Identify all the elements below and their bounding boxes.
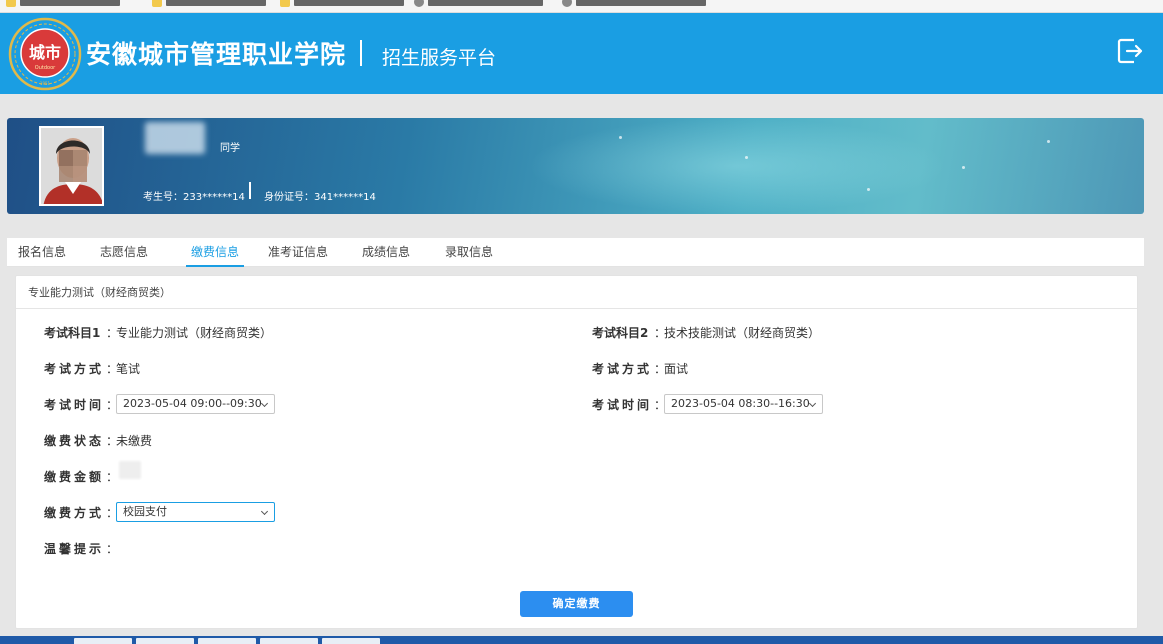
globe-icon <box>414 0 424 7</box>
banner-sparkle <box>962 166 965 169</box>
pay-status-value: 未缴费 <box>116 434 153 448</box>
banner-glow <box>527 118 947 214</box>
taskbar-item[interactable] <box>74 638 132 644</box>
confirm-payment-button[interactable]: 确定缴费 <box>520 591 633 617</box>
exam-time2-select[interactable]: 2023-05-04 08:30--16:30 <box>664 394 823 414</box>
time1-label: 考试时间 <box>44 398 105 412</box>
tab-preference[interactable]: 志愿信息 <box>95 238 153 267</box>
banner-sparkle <box>1047 140 1050 143</box>
id-number: 身份证号：341******14 <box>264 192 376 203</box>
school-logo: 城市 Outdoor 1951 <box>8 17 82 91</box>
bookmark-item[interactable] <box>6 0 120 10</box>
chevron-down-icon <box>260 507 269 516</box>
exam-number: 考生号：233******14 <box>143 192 245 203</box>
subject1-value: 专业能力测试（财经商贸类） <box>116 326 273 340</box>
time2-label: 考试时间 <box>592 398 653 412</box>
exit-icon[interactable] <box>1114 35 1146 67</box>
pay-method-label: 缴费方式 <box>44 506 105 520</box>
pay-amount-redacted <box>119 461 141 479</box>
subject1-label: 考试科目1 <box>44 326 101 340</box>
folder-icon <box>6 0 16 7</box>
banner-sparkle <box>619 136 622 139</box>
pay-method-value: 校园支付 <box>123 505 167 518</box>
logo-text: 城市 <box>29 43 61 62</box>
panel-title: 专业能力测试（财经商贸类） <box>16 276 1137 309</box>
banner-sparkle <box>867 188 870 191</box>
subject2-value: 技术技能测试（财经商贸类） <box>664 326 821 340</box>
avatar-photo <box>41 128 102 204</box>
method1-value: 笔试 <box>116 362 141 376</box>
colon: ： <box>106 542 119 556</box>
student-name-redacted <box>145 122 205 154</box>
taskbar-item[interactable] <box>260 638 318 644</box>
taskbar-item[interactable] <box>322 638 380 644</box>
logo-caption: 1951 <box>40 81 51 86</box>
tab-registration[interactable]: 报名信息 <box>13 238 71 267</box>
globe-icon <box>562 0 572 7</box>
bookmark-item[interactable] <box>562 0 706 10</box>
chevron-down-icon <box>260 399 269 408</box>
bookmark-item[interactable] <box>152 0 266 10</box>
exam-time2-value: 2023-05-04 08:30--16:30 <box>671 397 810 410</box>
pay-method-select[interactable]: 校园支付 <box>116 502 275 522</box>
header-divider <box>360 40 362 66</box>
colon: ： <box>106 470 119 484</box>
pay-status-label: 缴费状态 <box>44 434 105 448</box>
tab-admission-ticket[interactable]: 准考证信息 <box>265 238 331 267</box>
method2-value: 面试 <box>664 362 689 376</box>
taskbar-item[interactable] <box>198 638 256 644</box>
banner-sparkle <box>745 156 748 159</box>
chevron-down-icon <box>808 399 817 408</box>
platform-name: 招生服务平台 <box>382 47 497 69</box>
method1-label: 考试方式 <box>44 362 105 376</box>
school-name: 安徽城市管理职业学院 <box>86 40 347 69</box>
student-suffix: 同学 <box>220 143 240 154</box>
exam-time1-value: 2023-05-04 09:00--09:30 <box>123 397 262 410</box>
bookmarks-bar <box>0 0 1163 13</box>
avatar <box>39 126 104 206</box>
taskbar-item[interactable] <box>136 638 194 644</box>
folder-icon <box>152 0 162 7</box>
tips-label: 温馨提示 <box>44 542 105 556</box>
banner-separator <box>249 182 251 199</box>
tab-scores[interactable]: 成绩信息 <box>357 238 415 267</box>
pay-amount-label: 缴费金额 <box>44 470 105 484</box>
folder-icon <box>280 0 290 7</box>
tab-payment[interactable]: 缴费信息 <box>186 238 244 267</box>
info-tabs: 报名信息 志愿信息 缴费信息 准考证信息 成绩信息 录取信息 <box>7 238 1144 267</box>
taskbar <box>0 636 1163 644</box>
exam-time1-select[interactable]: 2023-05-04 09:00--09:30 <box>116 394 275 414</box>
profile-banner: 同学 考生号：233******14 身份证号：341******14 <box>7 118 1144 214</box>
subject2-label: 考试科目2 <box>592 326 649 340</box>
payment-panel: 专业能力测试（财经商贸类） 考试科目1 ： 专业能力测试（财经商贸类） 考试方式… <box>15 275 1138 629</box>
bookmark-item[interactable] <box>280 0 404 10</box>
tab-admission[interactable]: 录取信息 <box>440 238 498 267</box>
bookmark-item[interactable] <box>414 0 543 10</box>
method2-label: 考试方式 <box>592 362 653 376</box>
logo-subtext: Outdoor <box>35 65 56 71</box>
site-header: 城市 Outdoor 1951 安徽城市管理职业学院 招生服务平台 <box>0 13 1163 94</box>
